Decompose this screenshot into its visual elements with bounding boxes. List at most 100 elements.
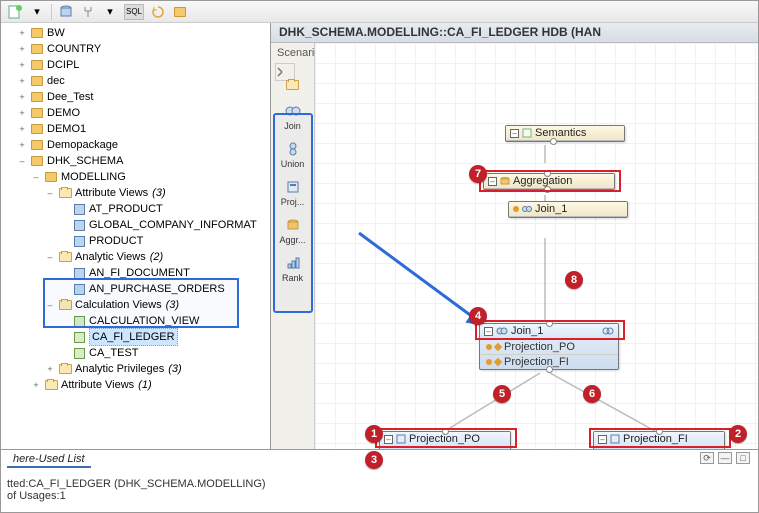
tree-item-label: CALCULATION_VIEW <box>89 313 203 329</box>
palette-join[interactable]: Join <box>271 103 314 131</box>
view-icon <box>71 202 87 216</box>
tree-item[interactable]: +DCIPL <box>1 57 270 73</box>
tree-item-label: AN_FI_DOCUMENT <box>89 265 194 281</box>
tree-item[interactable]: –Calculation Views (3) <box>1 297 270 313</box>
twisty-icon[interactable]: + <box>15 89 29 105</box>
dropdown-icon[interactable]: ▾ <box>29 4 45 20</box>
tree-item-label: Analytic Privileges <box>75 361 168 377</box>
palette-projection[interactable]: Proj... <box>271 179 314 207</box>
badge-7: 7 <box>469 165 487 183</box>
tree-item[interactable]: CA_FI_LEDGER <box>1 329 270 345</box>
tree-item-label: AN_PURCHASE_ORDERS <box>89 281 229 297</box>
twisty-icon[interactable]: + <box>43 361 57 377</box>
folder-icon <box>57 298 73 312</box>
twisty-icon[interactable]: – <box>43 297 57 313</box>
tree-item[interactable]: PRODUCT <box>1 233 270 249</box>
tree-item[interactable]: +Demopackage <box>1 137 270 153</box>
tree-item[interactable]: AN_PURCHASE_ORDERS <box>1 281 270 297</box>
view-icon <box>71 282 87 296</box>
node-join1[interactable]: –Join_1 Projection_PO Projection_FI <box>479 323 619 370</box>
twisty-icon[interactable]: – <box>15 153 29 169</box>
status-dot-icon <box>513 206 519 212</box>
package-icon <box>29 122 45 136</box>
tree-item-label: Analytic Views <box>75 249 150 265</box>
tree-item[interactable]: – MODELLING <box>1 169 270 185</box>
palette-union[interactable]: Union <box>271 141 314 169</box>
refresh-icon[interactable]: ⟳ <box>700 452 714 464</box>
join1-row-po: Projection_PO <box>480 339 618 354</box>
package-icon <box>29 138 45 152</box>
tree-item-count: (3) <box>168 361 181 377</box>
tree-item[interactable]: AN_FI_DOCUMENT <box>1 265 270 281</box>
tree-item[interactable]: +Attribute Views (1) <box>1 377 270 393</box>
scenario-title: Scenario <box>277 47 320 59</box>
minimize-icon[interactable]: — <box>718 452 732 464</box>
twisty-icon[interactable]: + <box>15 41 29 57</box>
calc-view-icon <box>71 330 87 344</box>
tree-item[interactable]: +BW <box>1 25 270 41</box>
tree-item-label: Attribute Views <box>61 377 138 393</box>
node-join1-ref[interactable]: Join_1 <box>508 201 628 218</box>
tree-item[interactable]: CALCULATION_VIEW <box>1 313 270 329</box>
tree-item-label: GLOBAL_COMPANY_INFORMAT <box>89 217 261 233</box>
calc-view-icon <box>71 314 87 328</box>
tree-item[interactable]: CA_TEST <box>1 345 270 361</box>
tree-item[interactable]: + DEMO <box>1 105 270 121</box>
collapse-icon[interactable]: – <box>384 435 393 444</box>
palette-rank[interactable]: Rank <box>271 255 314 283</box>
where-used-tab[interactable]: here-Used List <box>7 452 91 468</box>
main-toolbar: ▾ ▾ SQL <box>1 1 758 23</box>
new-icon[interactable] <box>7 4 23 20</box>
tree-item-label: DEMO <box>47 105 84 121</box>
twisty-icon[interactable]: + <box>29 377 43 393</box>
where-used-line2: of Usages:1 <box>7 490 752 502</box>
refresh-icon[interactable] <box>150 4 166 20</box>
folder-icon <box>57 362 73 376</box>
tree-item[interactable]: – Attribute Views (3) <box>1 185 270 201</box>
tree-item-label: AT_PRODUCT <box>89 201 167 217</box>
fork-icon[interactable] <box>80 4 96 20</box>
collapse-icon[interactable]: – <box>598 435 607 444</box>
twisty-icon[interactable]: + <box>15 57 29 73</box>
twisty-icon[interactable]: + <box>15 105 29 121</box>
tree-item-label: CA_TEST <box>89 345 143 361</box>
collapse-icon[interactable]: – <box>510 129 519 138</box>
tree-item[interactable]: AT_PRODUCT <box>1 201 270 217</box>
dropdown-icon-2[interactable]: ▾ <box>102 4 118 20</box>
tree-item[interactable]: +Dee_Test <box>1 89 270 105</box>
tree-item[interactable]: + Analytic Privileges (3) <box>1 361 270 377</box>
tree-item-label: Attribute Views <box>75 185 152 201</box>
tree-item-label: PRODUCT <box>89 233 147 249</box>
view-icon <box>71 218 87 232</box>
badge-1: 1 <box>365 425 383 443</box>
twisty-icon[interactable]: + <box>15 137 29 153</box>
twisty-icon[interactable]: + <box>15 121 29 137</box>
tree-item-label: MODELLING <box>61 169 130 185</box>
palette: Join Union Proj... Aggr... Rank <box>271 43 315 449</box>
tree-item[interactable]: GLOBAL_COMPANY_INFORMAT <box>1 217 270 233</box>
package-icon <box>29 90 45 104</box>
twisty-icon[interactable]: – <box>43 185 57 201</box>
tree-item[interactable]: +COUNTRY <box>1 41 270 57</box>
tree-item[interactable]: +dec <box>1 73 270 89</box>
node-semantics[interactable]: –Semantics <box>505 125 625 142</box>
package-icon[interactable] <box>172 4 188 20</box>
twisty-icon[interactable]: – <box>29 169 43 185</box>
palette-aggregation[interactable]: Aggr... <box>271 217 314 245</box>
folder-icon <box>57 186 73 200</box>
maximize-icon[interactable]: □ <box>736 452 750 464</box>
db-icon[interactable] <box>58 4 74 20</box>
scenario-canvas[interactable]: –Semantics –Aggregation Join_1 –Join_1 <box>315 43 758 449</box>
tree-item[interactable]: +DEMO1 <box>1 121 270 137</box>
node-aggregation[interactable]: –Aggregation <box>483 173 615 190</box>
twisty-icon[interactable]: + <box>15 25 29 41</box>
twisty-icon[interactable]: + <box>15 73 29 89</box>
collapse-icon[interactable]: – <box>484 327 493 336</box>
tree-item-count: (3) <box>152 185 165 201</box>
sql-icon[interactable]: SQL <box>124 4 144 20</box>
twisty-icon[interactable]: – <box>43 249 57 265</box>
collapse-icon[interactable]: – <box>488 177 497 186</box>
tree-item[interactable]: –Analytic Views (2) <box>1 249 270 265</box>
tree-item[interactable]: –DHK_SCHEMA <box>1 153 270 169</box>
badge-6: 6 <box>583 385 601 403</box>
